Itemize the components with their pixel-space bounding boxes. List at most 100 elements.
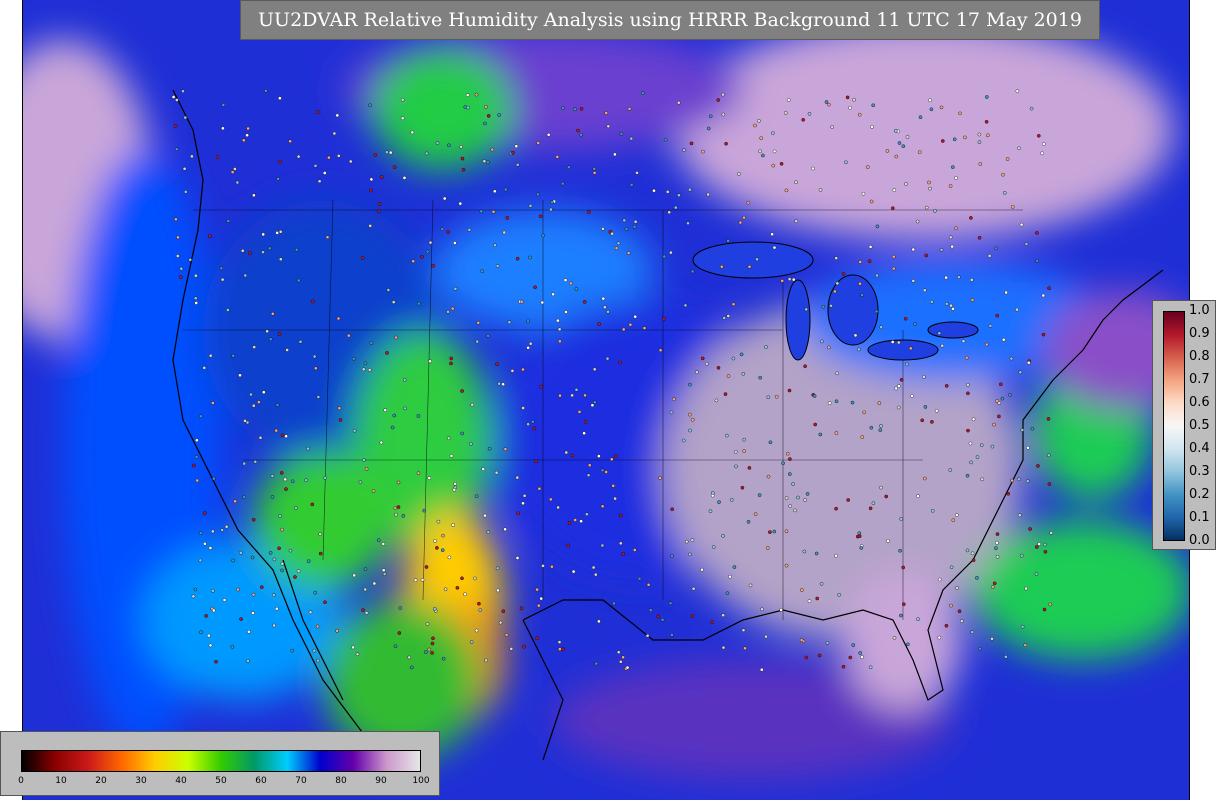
- station-dot: [616, 650, 621, 655]
- station-dot: [586, 473, 591, 478]
- station-dot: [230, 645, 235, 649]
- station-dot: [597, 454, 601, 458]
- station-dot: [784, 188, 789, 193]
- station-dot: [1000, 396, 1005, 401]
- station-dot: [219, 266, 224, 271]
- station-dot: [476, 320, 481, 325]
- station-dot: [536, 192, 540, 197]
- station-dot: [264, 89, 268, 93]
- station-dot: [780, 279, 785, 283]
- station-dot: [821, 304, 826, 309]
- station-dot: [788, 457, 792, 461]
- station-dot: [858, 260, 863, 264]
- station-dot: [409, 665, 414, 670]
- station-dot: [788, 504, 793, 509]
- station-dot: [310, 299, 315, 304]
- station-dot: [268, 551, 273, 555]
- station-dot: [416, 301, 421, 306]
- station-dot: [868, 506, 873, 511]
- station-dot: [851, 643, 856, 647]
- station-dot: [950, 244, 954, 249]
- station-dot: [360, 256, 365, 260]
- station-dot: [747, 264, 752, 269]
- station-dot: [817, 653, 822, 658]
- rh-tick: 60: [255, 776, 267, 786]
- station-dot: [755, 257, 759, 262]
- station-dot: [537, 486, 542, 491]
- station-dot: [957, 609, 962, 614]
- station-dot: [411, 259, 416, 264]
- station-dot: [753, 512, 758, 517]
- station-dot: [460, 431, 465, 436]
- station-dot: [899, 613, 903, 618]
- station-dot: [861, 191, 866, 196]
- station-dot: [474, 92, 479, 97]
- station-dot: [896, 405, 901, 410]
- station-dot: [530, 419, 535, 424]
- station-dot: [688, 382, 692, 387]
- station-dot: [619, 541, 623, 546]
- station-dot: [658, 476, 662, 480]
- station-dot: [467, 228, 472, 232]
- station-dot: [306, 446, 310, 451]
- station-dot: [243, 273, 248, 278]
- station-dot: [793, 508, 797, 513]
- station-dot: [495, 264, 500, 268]
- station-dot: [362, 458, 366, 462]
- station-dot: [970, 551, 975, 556]
- station-dot: [915, 219, 920, 224]
- station-dot: [240, 248, 245, 253]
- station-dot: [296, 278, 301, 283]
- station-dot: [368, 103, 372, 108]
- station-dot: [961, 339, 966, 344]
- station-dot: [198, 531, 203, 535]
- station-dot: [258, 435, 263, 440]
- station-dot: [706, 192, 710, 197]
- station-dot: [1015, 307, 1019, 312]
- station-dot: [800, 588, 804, 592]
- station-dot: [477, 601, 481, 606]
- station-dot: [251, 517, 256, 522]
- station-dot: [447, 555, 452, 560]
- station-dot: [1035, 545, 1039, 549]
- station-dot: [884, 494, 889, 499]
- station-dot: [402, 377, 407, 382]
- station-dot: [613, 152, 617, 157]
- station-dot: [306, 559, 311, 564]
- station-dot: [879, 424, 883, 428]
- station-dot: [332, 131, 337, 136]
- station-dot: [955, 586, 959, 590]
- station-dot: [621, 552, 626, 556]
- station-dot: [372, 581, 377, 586]
- station-dot: [922, 375, 926, 379]
- station-dot: [994, 546, 998, 551]
- station-dot: [424, 151, 429, 156]
- station-dot: [474, 628, 479, 633]
- station-dot: [642, 326, 647, 330]
- station-dot: [606, 309, 610, 314]
- station-dot: [618, 513, 623, 518]
- station-dot: [892, 188, 897, 192]
- station-dot: [486, 530, 491, 535]
- station-dot: [874, 309, 879, 314]
- station-dot: [969, 460, 973, 465]
- station-dot: [479, 209, 484, 214]
- station-dot: [875, 273, 879, 278]
- station-dot: [480, 269, 485, 274]
- station-dot: [242, 461, 246, 466]
- station-dot: [928, 186, 932, 191]
- station-dot: [183, 190, 188, 194]
- station-dot: [325, 235, 330, 239]
- ratio-colorbar: 1.0 0.9 0.8 0.7 0.6 0.5 0.4 0.3 0.2 0.1 …: [1152, 300, 1216, 550]
- station-dot: [195, 438, 199, 443]
- station-dot: [304, 478, 309, 483]
- station-dot: [731, 356, 736, 361]
- station-dot: [726, 374, 731, 378]
- station-dot: [470, 402, 475, 407]
- station-dot: [969, 278, 974, 282]
- station-dot: [841, 664, 846, 669]
- station-dot: [521, 406, 525, 410]
- station-dot: [732, 565, 737, 569]
- station-dot: [848, 655, 853, 660]
- station-dot: [601, 296, 606, 301]
